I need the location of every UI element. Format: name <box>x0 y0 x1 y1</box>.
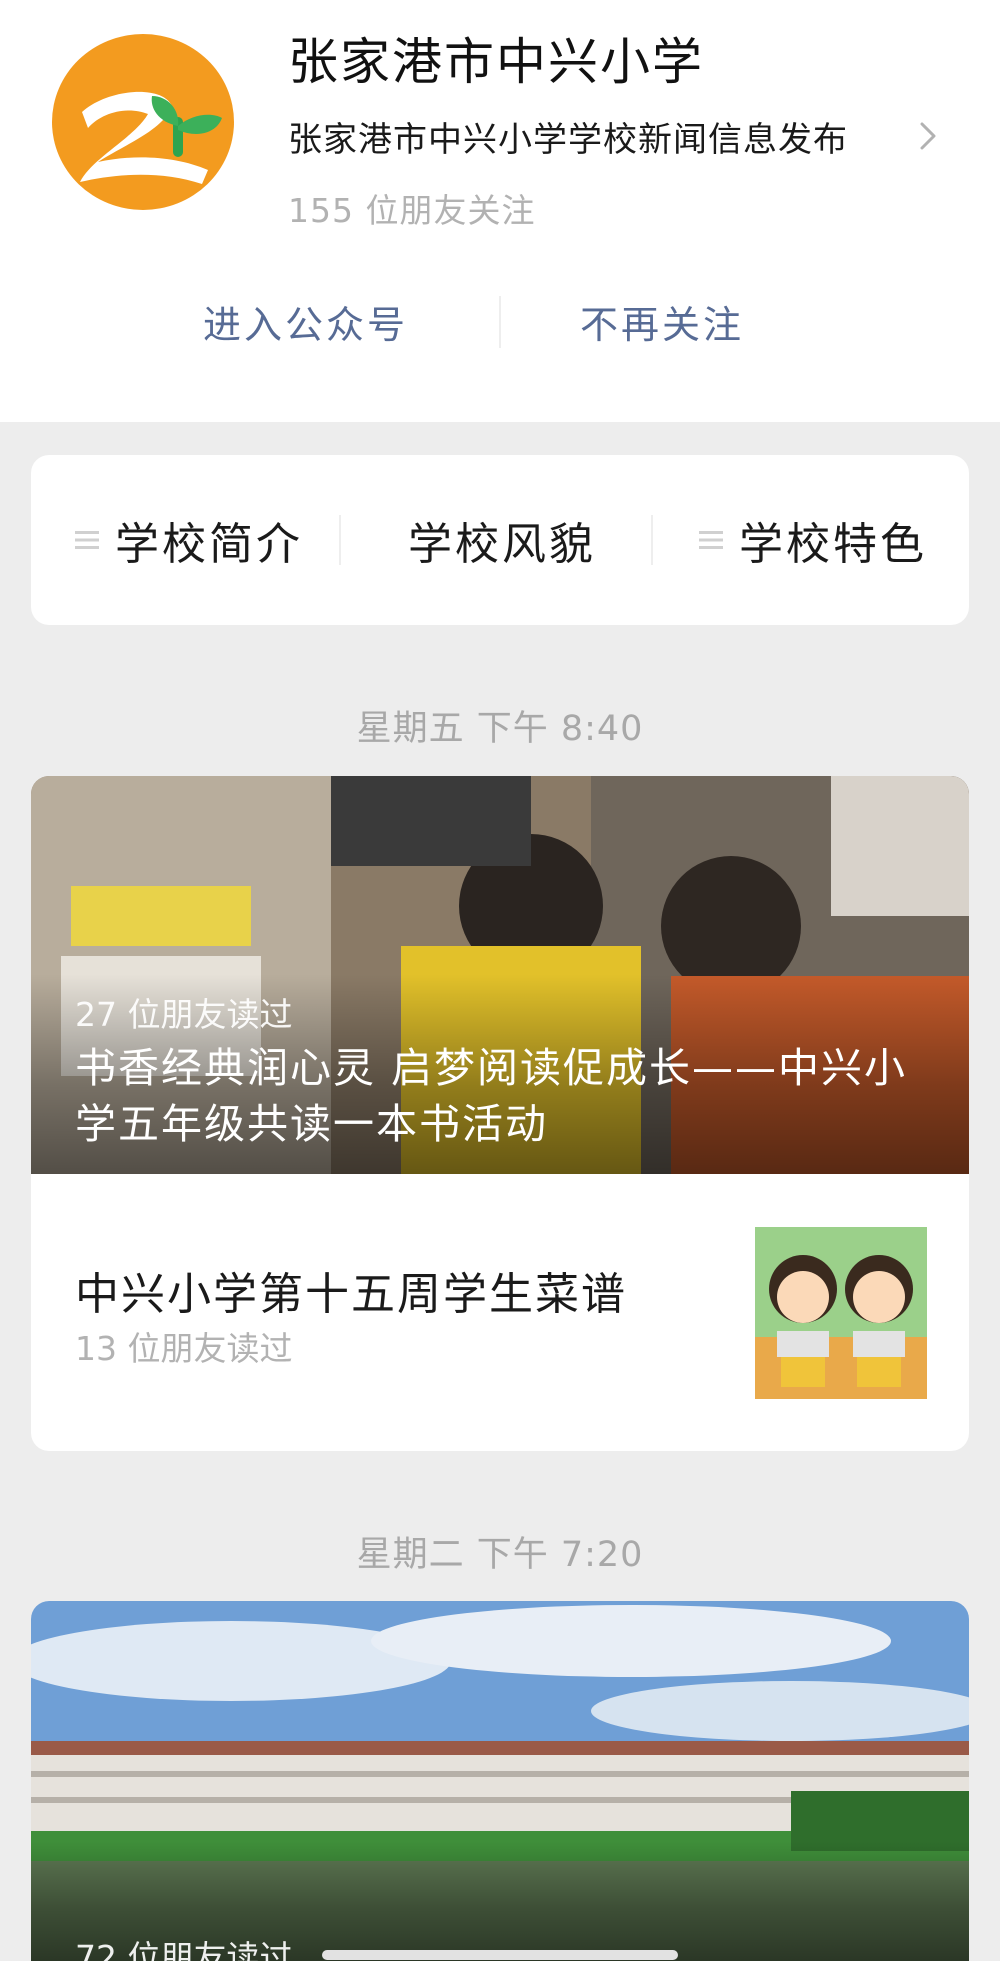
menu-lines-icon <box>699 531 723 549</box>
account-description-row[interactable]: 张家港市中兴小学学校新闻信息发布 <box>288 112 948 160</box>
school-logo <box>52 34 234 210</box>
enter-account-button[interactable]: 进入公众号 <box>203 294 408 349</box>
account-menu: 学校简介 学校风貌 学校特色 <box>31 455 969 625</box>
lead-article-reads: 27 位朋友读过 <box>75 995 293 1034</box>
article-group-card: 72 位朋友读过 <box>31 1601 969 1961</box>
publish-time: 星期二 下午 7:20 <box>356 1535 644 1575</box>
followers-count: 155 位朋友关注 <box>288 191 536 230</box>
sub-article-title: 中兴小学第十五周学生菜谱 <box>75 1269 627 1320</box>
lead-article-title: 书香经典润心灵 启梦阅读促成长——中兴小学五年级共读一本书活动 <box>75 1044 908 1148</box>
sub-article-reads: 13 位朋友读过 <box>75 1329 293 1368</box>
article-group-card: 27 位朋友读过 书香经典润心灵 启梦阅读促成长——中兴小学五年级共读一本书活动… <box>31 776 969 1451</box>
menu-lines-icon <box>75 531 99 549</box>
action-divider <box>499 296 501 348</box>
publish-time: 星期五 下午 8:40 <box>356 709 644 749</box>
menu-item-label: 学校简介 <box>115 519 303 570</box>
account-description: 张家港市中兴小学学校新闻信息发布 <box>288 119 848 160</box>
menu-item-label: 学校风貌 <box>408 519 596 570</box>
sub-article[interactable]: 中兴小学第十五周学生菜谱 13 位朋友读过 <box>31 1174 969 1451</box>
lead-article-reads: 72 位朋友读过 <box>75 1938 293 1961</box>
cartoon-children-lunch-thumbnail <box>755 1227 927 1399</box>
menu-item-school-intro[interactable]: 学校简介 <box>75 455 303 625</box>
menu-divider <box>651 515 653 565</box>
menu-item-school-style[interactable]: 学校风貌 <box>408 455 596 625</box>
lead-article[interactable]: 72 位朋友读过 <box>31 1601 969 1961</box>
unfollow-button[interactable]: 不再关注 <box>580 294 744 349</box>
menu-item-label: 学校特色 <box>739 519 927 570</box>
home-indicator[interactable] <box>322 1950 678 1960</box>
menu-item-school-features[interactable]: 学校特色 <box>699 455 927 625</box>
account-name: 张家港市中兴小学 <box>288 33 704 91</box>
menu-divider <box>339 515 341 565</box>
chevron-right-icon <box>920 122 936 150</box>
account-header: 张家港市中兴小学 张家港市中兴小学学校新闻信息发布 155 位朋友关注 进入公众… <box>0 0 1000 422</box>
lead-article[interactable]: 27 位朋友读过 书香经典润心灵 启梦阅读促成长——中兴小学五年级共读一本书活动 <box>31 776 969 1174</box>
